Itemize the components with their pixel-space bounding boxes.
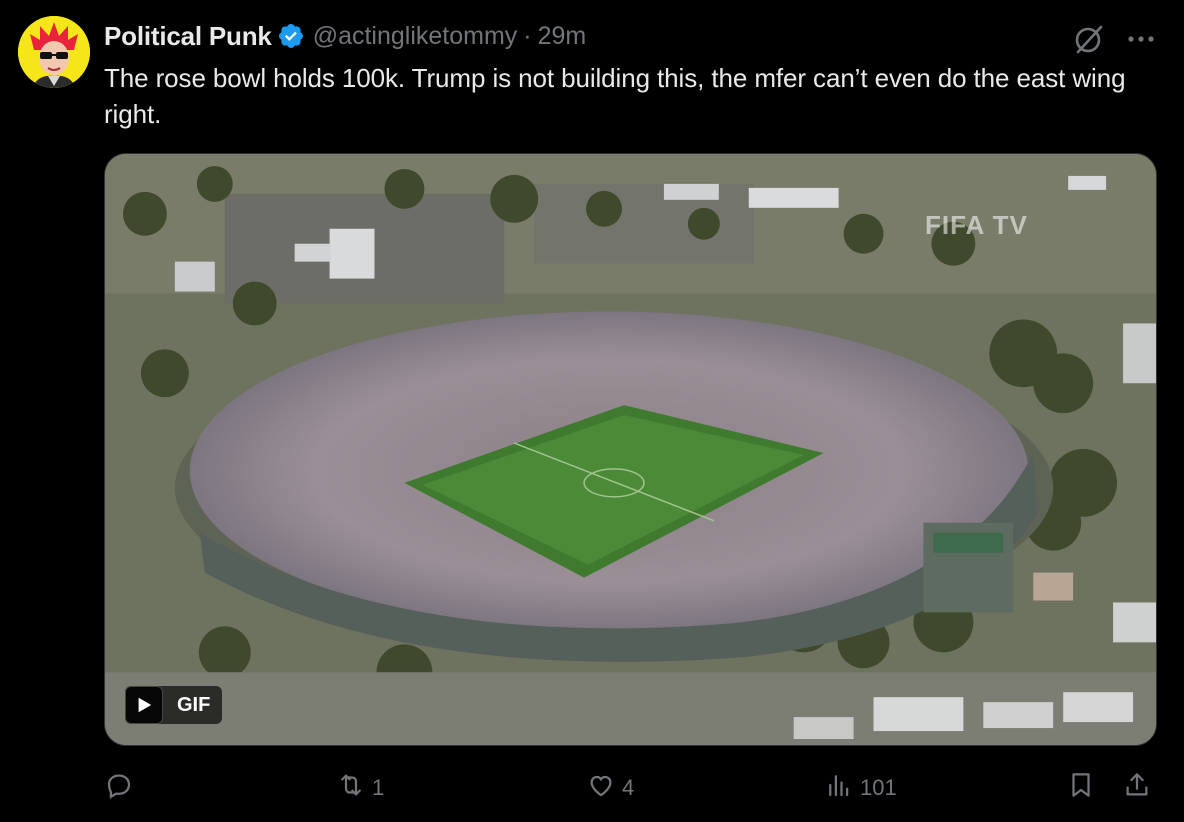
retweet-icon [336, 770, 366, 806]
user-handle[interactable]: @actingliketommy [313, 22, 518, 51]
reply-button[interactable] [104, 768, 140, 808]
tweet: Political Punk @actingliketommy · 29m Th… [0, 0, 1184, 822]
watermark: FIFA TV [925, 210, 1028, 240]
views-button[interactable]: 101 [824, 768, 897, 808]
views-icon [824, 770, 854, 806]
views-count: 101 [860, 775, 897, 800]
verified-badge-icon[interactable] [277, 22, 305, 50]
reply-icon [104, 770, 134, 806]
like-button[interactable]: 4 [586, 768, 634, 808]
gif-media[interactable]: FIFA TV GIF [104, 153, 1157, 746]
stadium-aerial-image [105, 154, 1156, 745]
separator-dot: · [523, 21, 532, 50]
bookmark-button[interactable] [1066, 768, 1096, 808]
action-bar: 1 4 101 [104, 768, 1160, 808]
tweet-text: The rose bowl holds 100k. Trump is not b… [104, 63, 1126, 129]
play-icon[interactable] [125, 686, 163, 724]
retweet-count: 1 [372, 775, 385, 800]
gif-label: GIF [177, 693, 211, 716]
retweet-button[interactable]: 1 [336, 768, 384, 808]
like-count: 4 [622, 775, 635, 800]
share-icon [1122, 770, 1152, 806]
display-name[interactable]: Political Punk [104, 21, 272, 52]
gif-badge[interactable]: GIF [125, 686, 223, 724]
more-icon[interactable] [1124, 24, 1158, 54]
tweet-header: Political Punk @actingliketommy · 29m [104, 20, 586, 52]
like-icon [586, 770, 616, 806]
share-button[interactable] [1122, 768, 1152, 808]
grok-icon[interactable] [1072, 22, 1106, 56]
avatar-image [18, 16, 90, 88]
bookmark-icon [1066, 770, 1096, 806]
timestamp[interactable]: 29m [538, 22, 587, 51]
avatar[interactable] [18, 16, 90, 88]
